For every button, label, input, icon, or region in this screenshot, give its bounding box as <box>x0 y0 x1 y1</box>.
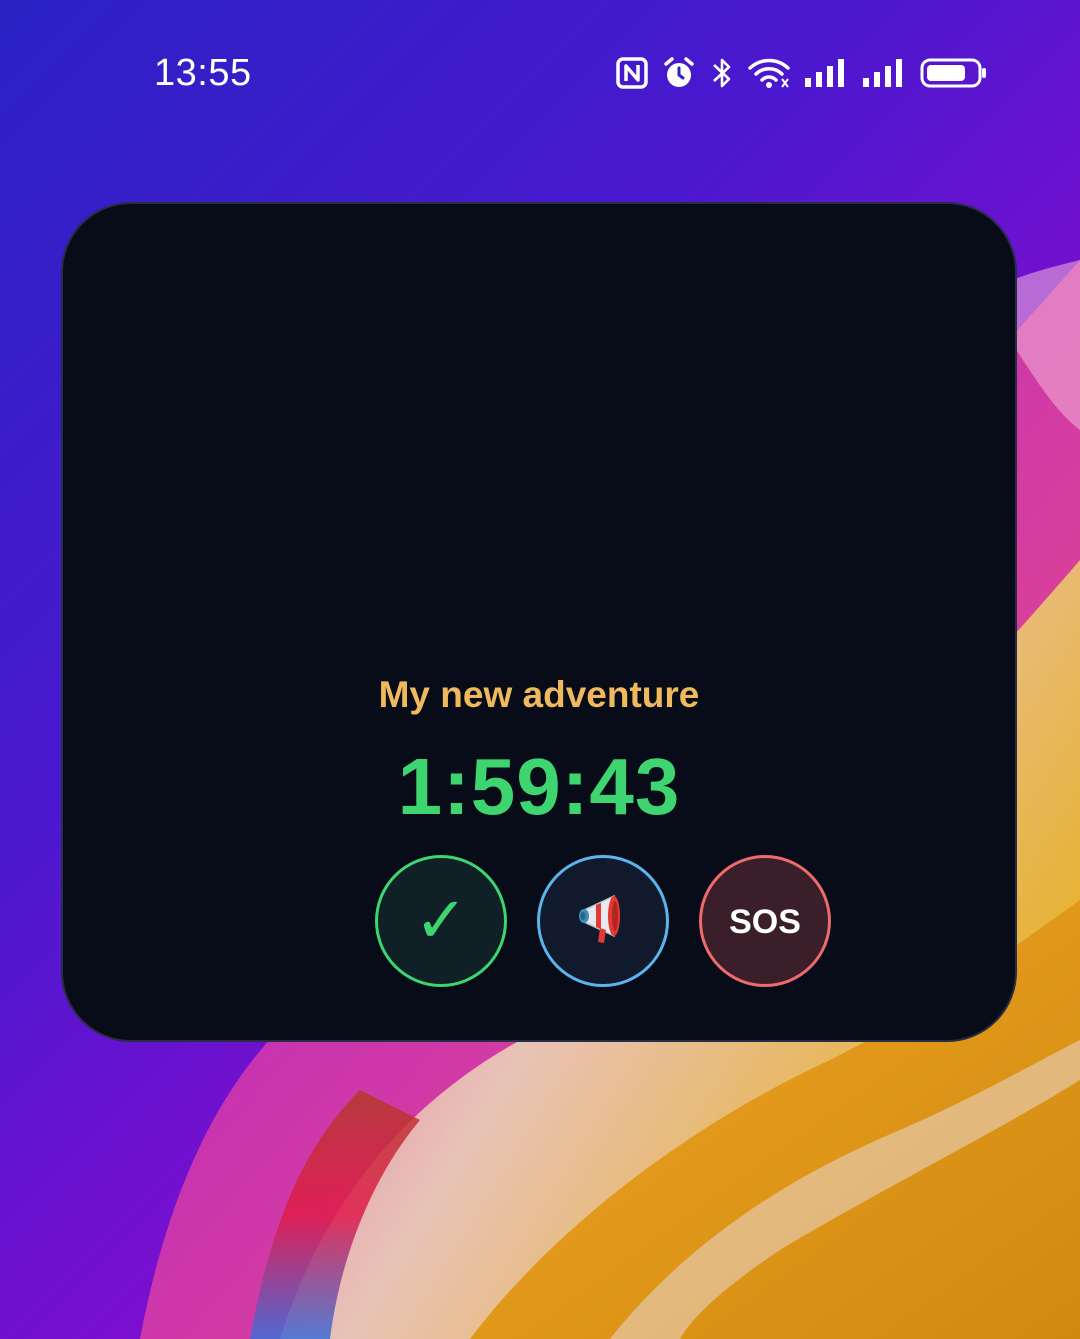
alarm-icon <box>662 56 696 90</box>
announce-button[interactable] <box>537 855 669 987</box>
signal-icon <box>804 58 848 88</box>
megaphone-icon <box>570 890 636 953</box>
checkmark-icon: ✓ <box>414 884 468 958</box>
adventure-widget[interactable]: My new adventure 1:59:43 ✓ SOS <box>61 202 1017 1042</box>
signal-icon <box>862 58 906 88</box>
status-time: 13:55 <box>154 52 252 94</box>
status-bar: 13:55 <box>0 0 1080 140</box>
battery-icon <box>920 57 988 89</box>
nfc-icon <box>616 57 648 89</box>
status-icons <box>616 52 988 94</box>
action-buttons: ✓ SOS <box>375 855 831 987</box>
bluetooth-icon <box>710 56 734 90</box>
sos-button[interactable]: SOS <box>699 855 831 987</box>
wifi-icon <box>748 57 790 89</box>
check-in-button[interactable]: ✓ <box>375 855 507 987</box>
countdown-timer: 1:59:43 <box>397 742 681 831</box>
sos-label: SOS <box>729 902 801 941</box>
adventure-title: My new adventure <box>378 674 700 715</box>
